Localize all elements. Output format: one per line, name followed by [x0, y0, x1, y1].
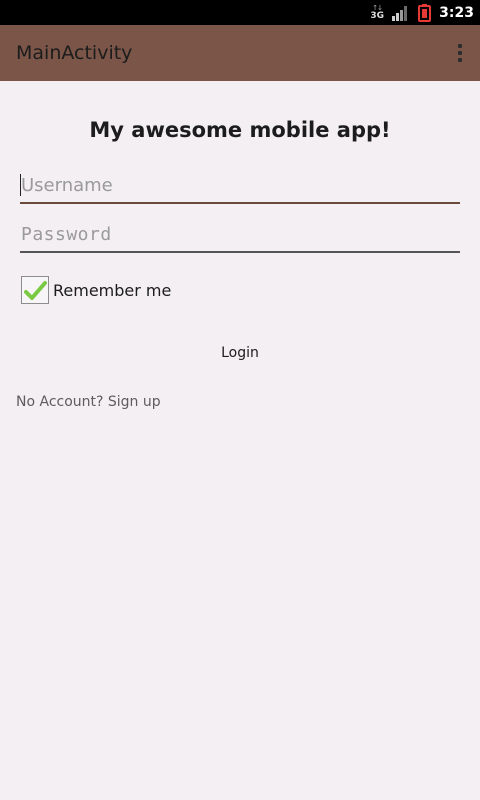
username-underline	[20, 202, 460, 204]
checkmark-icon	[24, 281, 47, 300]
app-title: MainActivity	[16, 42, 133, 64]
status-time: 3:23	[439, 4, 474, 21]
battery-icon	[418, 3, 432, 22]
password-field-container	[20, 217, 460, 253]
password-underline	[20, 251, 460, 253]
signup-link[interactable]: No Account? Sign up	[16, 394, 161, 410]
status-bar: ↑↓ 3G 3:23	[0, 0, 480, 25]
page-heading: My awesome mobile app!	[89, 118, 391, 142]
overflow-menu-icon[interactable]	[448, 33, 472, 73]
network-icon: ↑↓ 3G	[370, 3, 384, 23]
overflow-dot	[458, 58, 462, 62]
remember-me-row[interactable]: Remember me	[21, 276, 171, 304]
login-button[interactable]: Login	[180, 338, 300, 368]
overflow-dot	[458, 51, 462, 55]
signal-icon	[392, 5, 410, 21]
remember-me-label: Remember me	[53, 280, 172, 300]
overflow-dot	[458, 44, 462, 48]
password-input[interactable]	[20, 217, 460, 251]
network-type: 3G	[370, 10, 384, 21]
remember-me-checkbox[interactable]	[21, 276, 49, 304]
username-input[interactable]	[20, 168, 460, 202]
text-cursor	[20, 174, 21, 196]
username-field-container	[20, 168, 460, 204]
status-icons: ↑↓ 3G 3:23	[370, 0, 474, 25]
action-bar: MainActivity	[0, 25, 480, 81]
